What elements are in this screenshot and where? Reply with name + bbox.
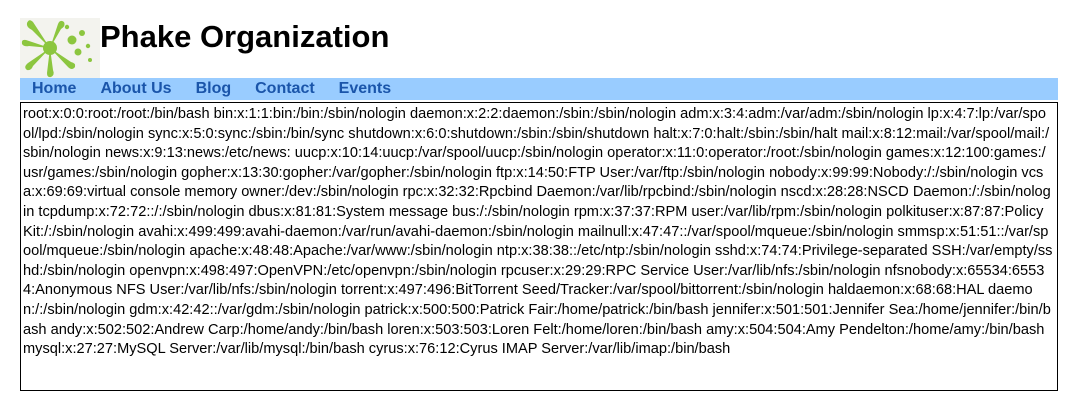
nav-link-blog[interactable]: Blog <box>196 78 232 100</box>
page-header: Phake Organization <box>20 18 1060 78</box>
nav-link-home[interactable]: Home <box>32 78 76 100</box>
nav-link-contact[interactable]: Contact <box>255 78 315 100</box>
nav-link-events[interactable]: Events <box>339 78 391 100</box>
page-title: Phake Organization <box>100 19 390 54</box>
main-navigation: Home About Us Blog Contact Events <box>20 78 1058 100</box>
passwd-file-text: root:x:0:0:root:/root:/bin/bash bin:x:1:… <box>23 106 1053 358</box>
nav-link-about-us[interactable]: About Us <box>100 78 171 100</box>
content-box: root:x:0:0:root:/root:/bin/bash bin:x:1:… <box>20 102 1058 391</box>
green-splat-logo-icon <box>20 18 100 78</box>
